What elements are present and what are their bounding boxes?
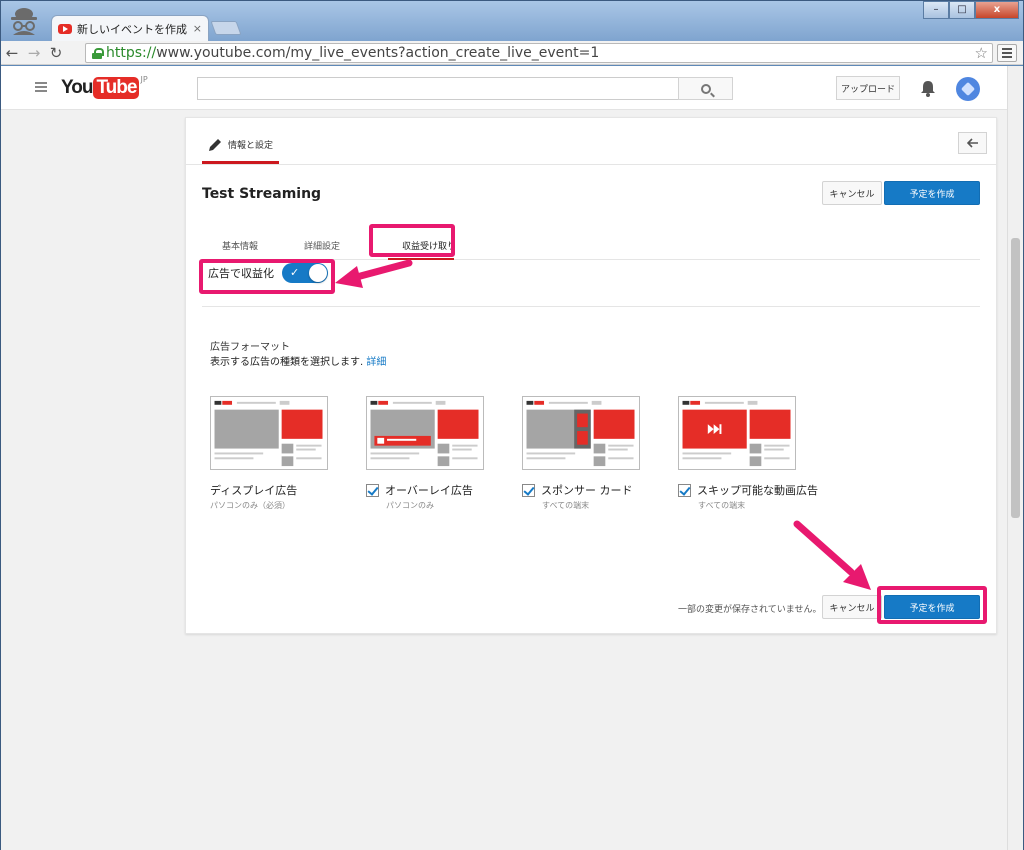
ad-name-display: ディスプレイ広告	[210, 484, 298, 497]
active-tab-underline	[388, 258, 454, 260]
chrome-menu-button[interactable]	[997, 44, 1017, 62]
guide-menu-icon[interactable]	[35, 82, 47, 92]
logo-tube-text: Tube	[93, 77, 140, 99]
ad-format-description: 表示する広告の種類を選択します. 詳細	[210, 353, 386, 368]
tab-title: 新しいイベントを作成 - Y	[77, 22, 189, 36]
browser-window: 新しいイベントを作成 - Y × – □ x ← → ↻ https:// ww…	[0, 0, 1024, 850]
overlay-ad-checkbox[interactable]	[366, 483, 379, 497]
card-divider	[186, 164, 996, 165]
ad-format-skippable: スキップ可能な動画広告 すべての端末	[678, 396, 818, 510]
bookmark-star-icon[interactable]: ☆	[975, 44, 988, 62]
highlight-box-create-button	[877, 586, 987, 624]
scrollbar-thumb[interactable]	[1011, 238, 1020, 518]
browser-tab[interactable]: 新しいイベントを作成 - Y ×	[51, 15, 209, 41]
url-path: www.youtube.com/my_live_events?action_cr…	[156, 45, 600, 61]
page-viewport: You Tube JP アップロード 情報と設定 Test Streaming …	[1, 66, 1007, 850]
sponsor-card-thumbnail	[522, 396, 640, 470]
ad-format-title: 広告フォーマット	[210, 342, 290, 353]
highlight-box-monetize-toggle	[199, 259, 335, 294]
ad-name-sponsor: スポンサー カード	[541, 484, 633, 497]
ad-format-display: ディスプレイ広告 パソコンのみ（必須）	[210, 396, 350, 510]
ad-name-row: オーバーレイ広告	[366, 482, 473, 498]
tab-basic-info[interactable]: 基本情報	[222, 239, 258, 252]
title-bar: 新しいイベントを作成 - Y × – □ x	[1, 1, 1023, 41]
youtube-favicon-icon	[58, 23, 72, 34]
address-bar[interactable]: https:// www.youtube.com/my_live_events?…	[85, 43, 993, 63]
cancel-button-bottom[interactable]: キャンセル	[822, 595, 882, 619]
ad-format-desc-text: 表示する広告の種類を選択します.	[210, 357, 364, 368]
back-arrow-icon	[966, 138, 978, 148]
unsaved-notice: 一部の変更が保存されていません。	[678, 605, 822, 615]
tab-info-settings[interactable]: 情報と設定	[202, 128, 280, 164]
cancel-button-top[interactable]: キャンセル	[822, 181, 882, 205]
forward-arrow-icon[interactable]: →	[23, 44, 45, 62]
incognito-icon	[11, 8, 37, 35]
ad-name-skippable: スキップ可能な動画広告	[697, 484, 818, 497]
ad-format-overlay: オーバーレイ広告 パソコンのみ	[366, 396, 506, 510]
browser-toolbar: ← → ↻ https:// www.youtube.com/my_live_e…	[1, 41, 1023, 65]
sponsor-card-checkbox[interactable]	[522, 483, 535, 497]
logo-you-text: You	[61, 77, 94, 98]
reload-icon[interactable]: ↻	[45, 44, 67, 62]
tab-info-settings-label: 情報と設定	[228, 141, 274, 151]
notification-bell-icon[interactable]	[921, 79, 935, 97]
ad-name-row: スキップ可能な動画広告	[678, 482, 818, 498]
skippable-ad-thumbnail	[678, 396, 796, 470]
ad-name-row: スポンサー カード	[522, 482, 633, 498]
ad-sub-sponsor: すべての端末	[542, 501, 590, 510]
event-card: 情報と設定 Test Streaming キャンセル 予定を作成 基本情報 詳細…	[185, 117, 997, 634]
ad-sub-overlay: パソコンのみ	[386, 501, 434, 510]
tab-close-icon[interactable]: ×	[193, 22, 202, 35]
upload-button[interactable]: アップロード	[836, 76, 900, 100]
section-divider	[202, 306, 980, 307]
window-controls: – □ x	[923, 1, 1019, 19]
event-title: Test Streaming	[202, 186, 322, 202]
lock-icon	[92, 47, 104, 59]
sub-tabs: 基本情報 詳細設定 収益受け取り	[202, 230, 980, 260]
ad-sub-display: パソコンのみ（必須）	[210, 501, 290, 510]
url-scheme: https://	[106, 45, 157, 61]
youtube-header: You Tube JP アップロード	[1, 66, 1007, 110]
ad-name-overlay: オーバーレイ広告	[385, 484, 473, 497]
new-tab-button[interactable]	[210, 21, 242, 35]
details-link[interactable]: 詳細	[366, 357, 386, 368]
search-icon	[700, 83, 711, 94]
avatar[interactable]	[956, 77, 980, 101]
ad-sub-skippable: すべての端末	[698, 501, 746, 510]
maximize-button[interactable]: □	[949, 1, 975, 19]
back-arrow-icon[interactable]: ←	[1, 44, 23, 62]
minimize-button[interactable]: –	[923, 1, 949, 19]
logo-region: JP	[140, 75, 148, 84]
ad-name-row: ディスプレイ広告	[210, 482, 297, 498]
highlight-box-monetization-tab	[369, 224, 455, 257]
youtube-logo[interactable]: You Tube JP	[61, 75, 148, 99]
ad-format-sponsor: スポンサー カード すべての端末	[522, 396, 662, 510]
skippable-ad-checkbox[interactable]	[678, 483, 691, 497]
back-button[interactable]	[958, 132, 987, 154]
search-button[interactable]	[678, 77, 733, 100]
tab-advanced-settings[interactable]: 詳細設定	[304, 239, 340, 252]
pencil-icon	[209, 138, 221, 151]
vertical-scrollbar[interactable]	[1007, 66, 1023, 850]
search-input[interactable]	[197, 77, 679, 100]
create-button-top[interactable]: 予定を作成	[884, 181, 980, 205]
overlay-ad-thumbnail	[366, 396, 484, 470]
close-window-button[interactable]: x	[975, 1, 1019, 19]
display-ad-thumbnail	[210, 396, 328, 470]
